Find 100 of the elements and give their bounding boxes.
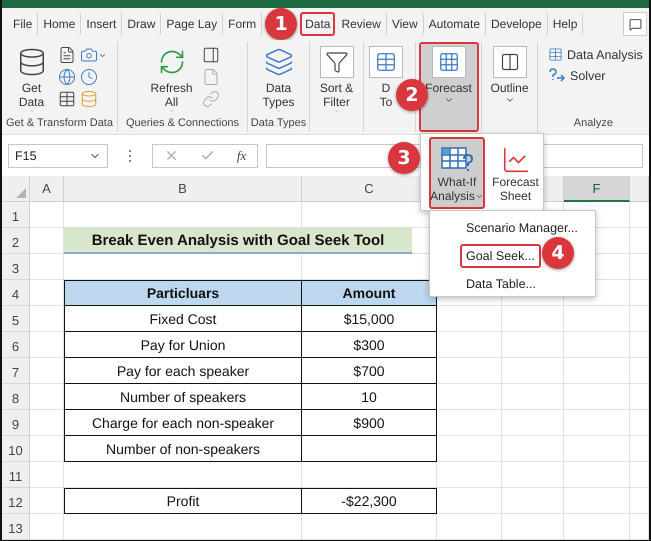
group-label: Get & Transform Data [5,117,114,131]
ribbon-tab[interactable]: Review [336,12,386,36]
ribbon-button[interactable]: Forecast [418,42,478,132]
ribbon-button[interactable]: Forecast Sheet [488,137,543,209]
panel-icon[interactable] [202,46,220,64]
ribbon-button[interactable]: Refresh All [145,42,198,117]
grid-cell [30,514,64,540]
grid-cell [437,462,502,488]
grid-cell [30,254,64,280]
ribbon-tab[interactable]: Automate [424,12,485,36]
table-icon[interactable] [58,90,76,108]
ribbon-tab[interactable]: Draw [122,12,160,36]
clock-icon[interactable] [80,68,98,86]
grid-cell [502,514,564,540]
ribbon-button[interactable]: Data Analysis [542,44,649,65]
table-cell: Pay for each speaker [64,358,302,384]
row-header[interactable]: 2 [2,228,30,254]
row-header[interactable]: 6 [2,332,30,358]
grid-cell [630,462,649,488]
grid-cell [630,254,649,280]
grid-cell [630,384,649,410]
ribbon-tab[interactable]: Form [223,12,262,36]
ribbon-tab[interactable]: Help [548,12,582,36]
table-cell: $300 [302,332,437,358]
grid-cell [630,436,649,462]
row-header[interactable]: 13 [2,514,30,540]
column-header[interactable]: B [64,176,302,202]
column-header[interactable]: F [564,176,630,202]
row-header[interactable]: 11 [2,462,30,488]
camera-icon[interactable] [80,46,98,64]
grid-cell [437,436,502,462]
grid-cell [630,410,649,436]
group-label: Data Types [250,117,308,131]
ribbon-button[interactable]: Get Data [10,42,54,117]
grid-cell [564,410,630,436]
ribbon-tab[interactable]: Develope [486,12,547,36]
grid-cell [502,358,564,384]
menu-item[interactable]: Data Table... [460,272,542,296]
grip-icon [128,150,132,162]
row-header[interactable]: 10 [2,436,30,462]
ribbon-tab[interactable]: View [386,12,423,36]
name-box[interactable]: F15 [8,144,108,168]
grid-cell [564,384,630,410]
ribbon-button[interactable]: Sort & Filter [314,42,358,117]
ribbon-tab[interactable]: Home [38,12,80,36]
document-icon[interactable] [58,46,76,64]
ribbon-tab[interactable]: Insert [81,12,122,36]
row-header[interactable]: 5 [2,306,30,332]
insert-function-button[interactable]: fx [236,148,246,164]
grid-cell [564,358,630,384]
ribbon-button[interactable]: Solver [542,65,649,86]
row-header[interactable]: 9 [2,410,30,436]
columns-icon [500,52,520,72]
grid-cell [630,202,649,228]
grid-cell [437,332,502,358]
table-cell: Charge for each non-speaker [64,410,302,436]
grid-cell [564,306,630,332]
refresh-icon [158,48,186,76]
ribbon-tab[interactable]: File [8,12,38,36]
row-header[interactable]: 7 [2,358,30,384]
grid-cell [630,332,649,358]
grid-cell [502,462,564,488]
grid-cell [564,488,630,514]
grid-cell [630,228,649,254]
column-heading: Particluars [64,280,302,306]
column-header[interactable]: A [30,176,64,202]
grid-cell [437,514,502,540]
row-header[interactable]: 4 [2,280,30,306]
solver-icon [548,68,566,83]
layers-icon [264,47,294,77]
ribbon-tab[interactable]: Page Lay [161,12,222,36]
link-icon[interactable] [202,90,220,108]
ribbon-button[interactable]: Data Types [256,42,300,117]
table-cell: Fixed Cost [64,306,302,332]
grid-cell [564,462,630,488]
grid-cell [630,306,649,332]
table-icon [548,47,563,62]
grid-cell [30,202,64,228]
ribbon-button[interactable]: Outline [485,42,534,117]
table-icon [375,51,397,73]
row-header[interactable]: 3 [2,254,30,280]
table-cell: Number of speakers [64,384,302,410]
grid-cell [630,358,649,384]
grid-cell [502,410,564,436]
grid-cell [502,488,564,514]
row-header[interactable]: 1 [2,202,30,228]
menu-item[interactable]: Scenario Manager... [460,216,584,240]
table-cell: Pay for Union [64,332,302,358]
comment-button[interactable] [623,12,647,36]
row-header[interactable]: 12 [2,488,30,514]
row-header[interactable]: 8 [2,384,30,410]
grid-cell [630,280,649,306]
table-cell: $900 [302,410,437,436]
grid-cell [437,384,502,410]
grid-cell [564,332,630,358]
grid-icon [438,51,460,73]
menu-item[interactable]: Goal Seek... [460,244,541,268]
ribbon-tab[interactable]: Data [300,12,336,36]
globe-icon[interactable] [58,68,76,86]
table-cell: 10 [302,384,437,410]
